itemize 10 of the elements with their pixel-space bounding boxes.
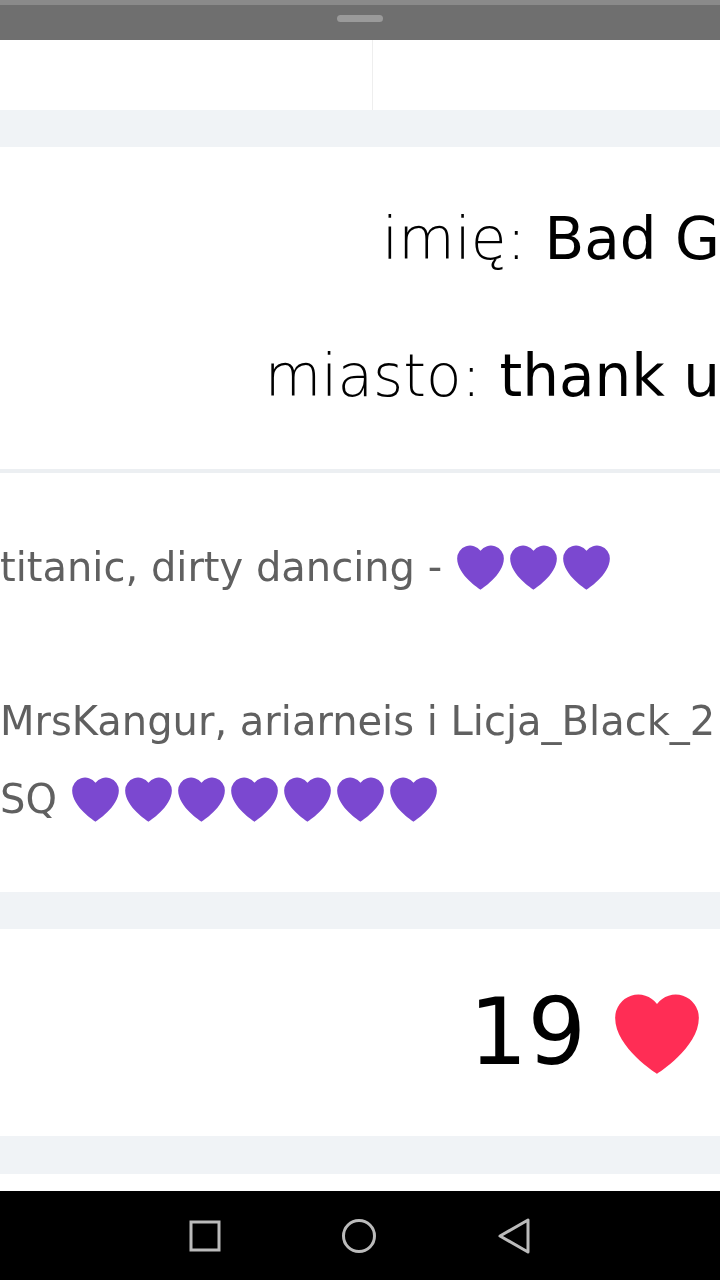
profile-field: imię: Bad G [382, 196, 720, 283]
comment-text: titanic, dirty dancing - [0, 544, 443, 590]
comment-text: MrsKangur, ariarneis i Licja_Black_2 [0, 698, 716, 744]
triangle-icon[interactable] [497, 1216, 531, 1255]
like-count: 19 [468, 979, 586, 1086]
circle-icon[interactable] [341, 1217, 377, 1254]
profile-field: miasto: thank u [264, 333, 720, 420]
comment-text: SQ [0, 776, 57, 822]
square-icon[interactable] [189, 1219, 221, 1252]
drag-handle[interactable] [337, 15, 383, 22]
